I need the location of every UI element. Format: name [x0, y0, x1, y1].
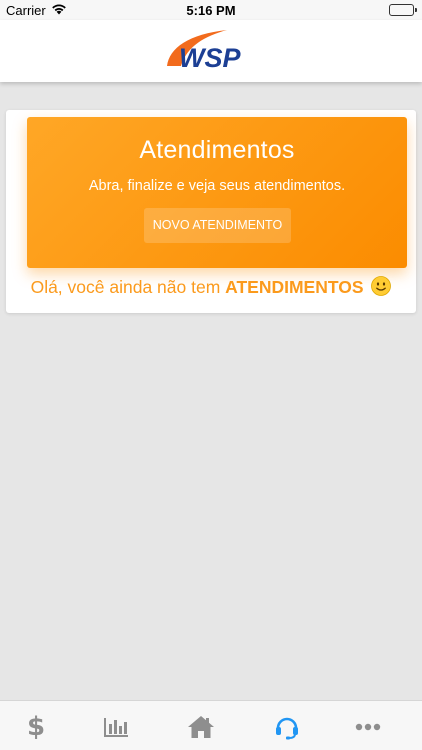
headset-icon [276, 717, 298, 740]
tab-bar: $ [0, 700, 422, 750]
home-icon [188, 716, 214, 738]
bar-chart-icon [104, 718, 128, 737]
empty-state-emphasis: ATENDIMENTOS [225, 277, 364, 297]
wsp-logo: WSP [165, 26, 257, 74]
atendimentos-banner: Atendimentos Abra, finalize e veja seus … [27, 117, 407, 268]
app-header: WSP [0, 20, 422, 82]
page-subtitle: Abra, finalize e veja seus atendimentos. [88, 178, 346, 194]
logo-text: WSP [179, 43, 241, 73]
empty-state-message: Olá, você ainda não tem ATENDIMENTOS [6, 276, 416, 301]
atendimentos-card: Atendimentos Abra, finalize e veja seus … [6, 110, 416, 313]
main-content: Atendimentos Abra, finalize e veja seus … [0, 82, 422, 700]
tab-relatorios[interactable] [101, 713, 131, 741]
page-title: Atendimentos [139, 136, 295, 164]
dollar-icon: $ [26, 712, 46, 742]
tab-mais[interactable] [353, 713, 383, 741]
tab-financeiro[interactable]: $ [21, 712, 51, 742]
new-atendimento-button[interactable]: NOVO ATENDIMENTO [144, 208, 291, 243]
more-icon [355, 723, 381, 731]
battery-icon [389, 4, 417, 16]
status-time: 5:16 PM [186, 3, 236, 18]
status-bar: Carrier 5:16 PM [0, 0, 422, 20]
tab-home[interactable] [186, 713, 216, 741]
tab-atendimentos[interactable] [272, 713, 302, 741]
smiley-face-icon [371, 276, 392, 301]
empty-state-prefix: Olá, você ainda não tem [30, 277, 226, 297]
